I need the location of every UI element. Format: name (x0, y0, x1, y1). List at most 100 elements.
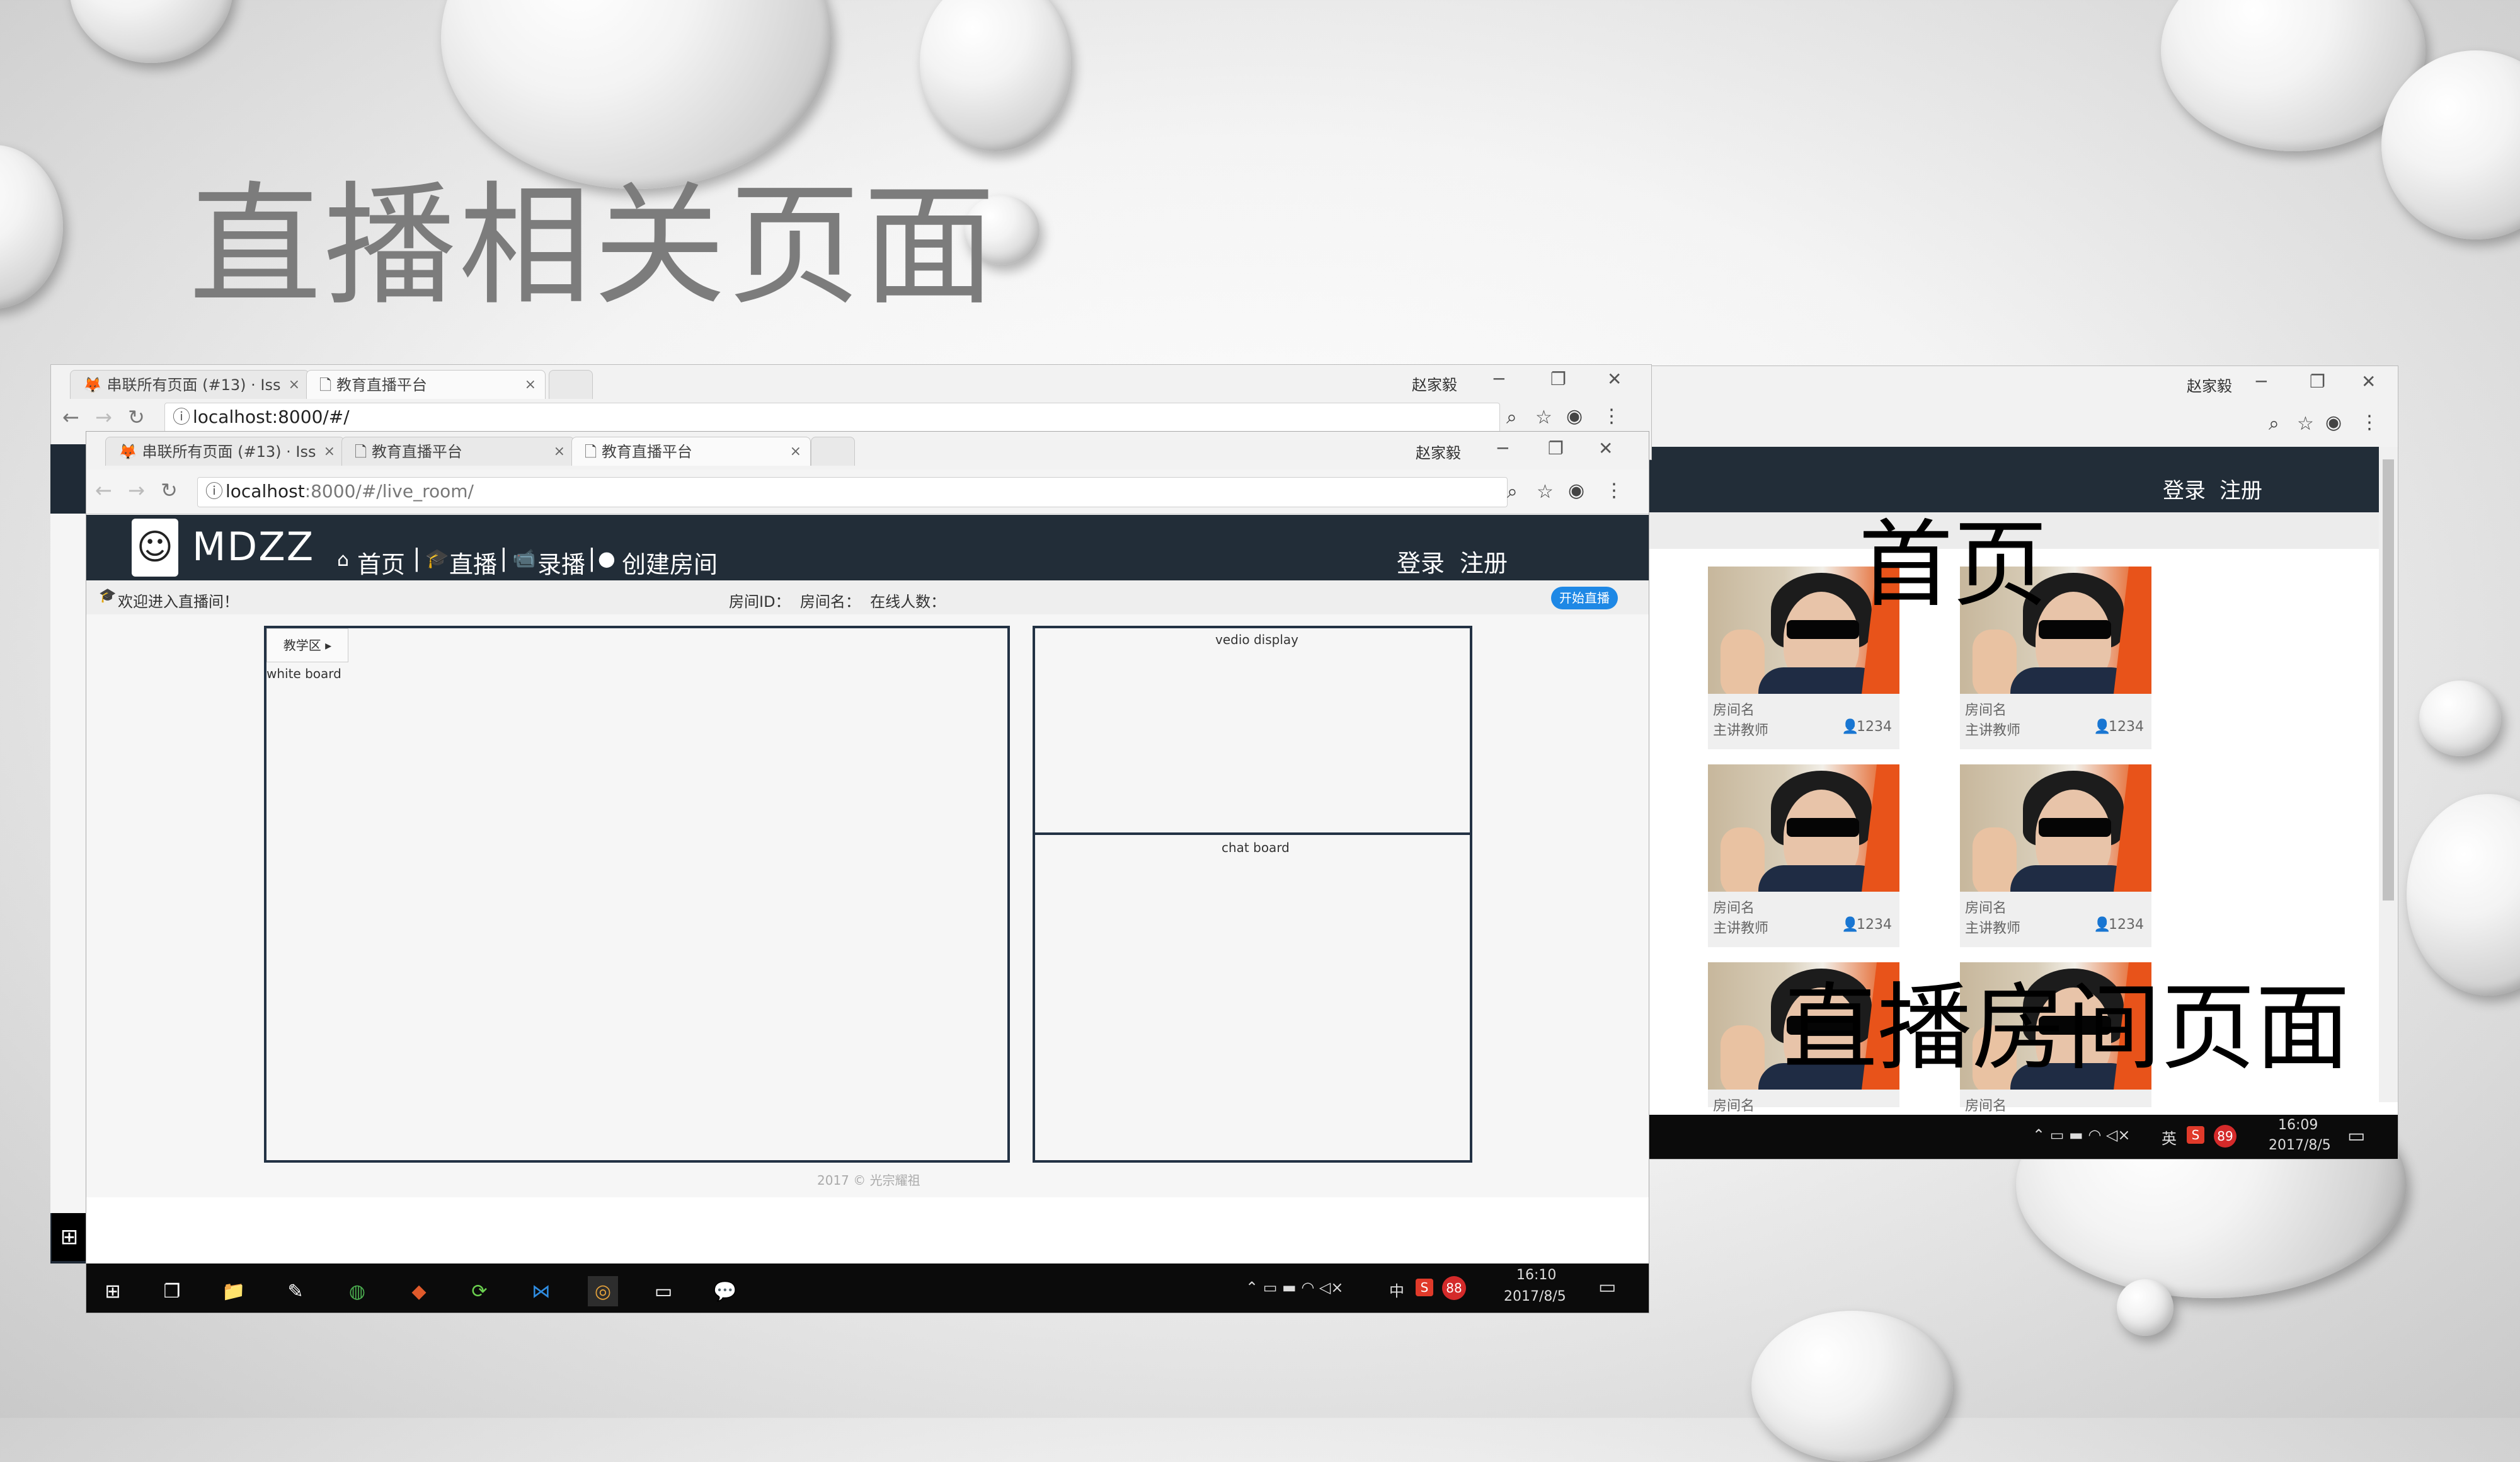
extension-icon[interactable]: ◉ (2325, 412, 2342, 434)
extension-icon[interactable]: ◉ (1568, 480, 1584, 502)
nav-record[interactable]: 录播 (537, 545, 585, 580)
tray-icons[interactable]: ⌃ ▭ ▬ ◠ ◁× (2032, 1126, 2130, 1144)
start-live-button[interactable]: 开始直播 (1551, 587, 1618, 609)
home-icon: ⌂ (337, 549, 350, 571)
back-icon[interactable]: ← (95, 478, 112, 502)
water-drop (2117, 1279, 2174, 1336)
graduation-cap-icon: 🎓 (425, 548, 449, 570)
app-360-icon[interactable]: ◍ (342, 1276, 372, 1306)
welcome-text: 欢迎进入直播间！ (118, 593, 239, 611)
git-icon[interactable]: ◆ (404, 1276, 434, 1306)
start-icon[interactable]: ⊞ (98, 1276, 128, 1306)
home-page-label: 首页 (1858, 510, 2048, 620)
forward-icon[interactable]: → (128, 478, 145, 502)
nav-separator: | (413, 544, 421, 572)
clock-time[interactable]: 16:10 (1516, 1267, 1556, 1283)
star-icon[interactable]: ☆ (1535, 406, 1552, 429)
register-link[interactable]: 注册 (1460, 544, 1508, 578)
new-tab-button[interactable] (811, 437, 855, 466)
clock-date[interactable]: 2017/8/5 (2269, 1137, 2331, 1153)
scrollbar-thumb[interactable] (2383, 459, 2394, 901)
search-icon[interactable]: ⌕ (1507, 481, 1518, 503)
close-icon[interactable]: × (554, 437, 565, 466)
notification-icon[interactable]: ▭ (2347, 1125, 2365, 1147)
tab-gitlab-issue[interactable]: 🦊 串联所有页面 (#13) · Iss × (70, 370, 309, 399)
ime-indicator[interactable]: 中 (1389, 1279, 1404, 1301)
new-tab-button[interactable] (549, 370, 593, 399)
tab-edu-platform[interactable]: 🗋 教育直播平台 × (306, 370, 546, 399)
ime-indicator[interactable]: 英 (2162, 1126, 2177, 1148)
address-bar[interactable]: ⓘ localhost:8000/#/ (164, 403, 1500, 433)
menu-icon[interactable]: ⋮ (2360, 412, 2379, 434)
minimize-button[interactable]: ─ (1498, 438, 1508, 459)
water-drop (2419, 681, 2501, 756)
tab-label: 串联所有页面 (#13) · Iss (106, 376, 281, 394)
back-icon[interactable]: ← (62, 405, 79, 429)
notification-icon[interactable]: ▭ (1598, 1276, 1616, 1298)
menu-icon[interactable]: ⋮ (1602, 405, 1621, 427)
tab-edu-platform-active[interactable]: 🗋 教育直播平台 × (571, 437, 811, 466)
forward-icon[interactable]: → (95, 405, 112, 429)
caret-right-icon: ▸ (321, 638, 332, 653)
nav-live[interactable]: 直播 (449, 545, 497, 580)
task-view-icon[interactable]: ❐ (157, 1276, 187, 1306)
star-icon[interactable]: ☆ (1537, 481, 1554, 503)
restore-button[interactable]: ❐ (1550, 369, 1566, 389)
home-register-link[interactable]: 注册 (2219, 473, 2262, 504)
vscode-icon[interactable]: ⋈ (526, 1276, 556, 1306)
whiteboard-panel[interactable]: 教学区 ▸ white board (264, 626, 1010, 1163)
star-icon[interactable]: ☆ (2297, 413, 2314, 435)
clock-time[interactable]: 16:09 (2278, 1117, 2318, 1133)
room-card[interactable]: 房间名 主讲教师 👤 1234 (1708, 764, 1899, 947)
teacher-name: 主讲教师 (1713, 723, 1769, 739)
tab-gitlab-issue[interactable]: 🦊 串联所有页面 (#13) · Iss × (105, 437, 345, 466)
viewer-count: 1234 (2109, 719, 2144, 735)
wechat-icon[interactable]: 💬 (710, 1276, 740, 1306)
close-button[interactable]: ✕ (1607, 369, 1622, 389)
chat-board-panel[interactable]: chat board (1033, 832, 1472, 1163)
front-toolbar: ← → ↻ ⓘ localhost:8000/#/live_room/ ⌕ ☆ … (86, 469, 1649, 514)
page-icon: 🗋 (355, 443, 372, 461)
login-link[interactable]: 登录 (1397, 544, 1445, 578)
scrollbar[interactable] (2379, 447, 2398, 1102)
close-icon[interactable]: × (289, 371, 300, 399)
restore-button[interactable]: ❐ (1548, 438, 1564, 459)
nav-home[interactable]: 首页 (357, 545, 405, 580)
windows-logo[interactable]: ⊞ (52, 1213, 87, 1261)
logo-icon[interactable]: ☺ (132, 519, 178, 577)
nav-create-room[interactable]: 创建房间 (622, 545, 718, 580)
teaching-area-tab[interactable]: 教学区 ▸ (266, 628, 348, 662)
update-icon[interactable]: ⟳ (464, 1276, 495, 1306)
file-explorer-icon[interactable]: 📁 (219, 1276, 249, 1306)
close-icon[interactable]: × (525, 371, 536, 399)
minimize-button[interactable]: ─ (1494, 369, 1504, 389)
reload-icon[interactable]: ↻ (161, 478, 178, 502)
close-icon[interactable]: × (790, 437, 801, 466)
extension-icon[interactable]: ◉ (1566, 405, 1583, 427)
sogou-icon[interactable]: S (2187, 1126, 2204, 1144)
tray-icons[interactable]: ⌃ ▭ ▬ ◠ ◁× (1246, 1279, 1343, 1296)
terminal-icon[interactable]: ▭ (648, 1276, 679, 1306)
address-bar[interactable]: ⓘ localhost:8000/#/live_room/ (197, 477, 1508, 507)
menu-icon[interactable]: ⋮ (1605, 480, 1624, 502)
restore-button[interactable]: ❐ (2310, 371, 2325, 392)
close-icon[interactable]: × (324, 437, 335, 466)
close-button[interactable]: ✕ (1598, 438, 1613, 459)
sogou-icon[interactable]: S (1416, 1279, 1433, 1296)
home-login-link[interactable]: 登录 (2163, 473, 2206, 504)
security-badge[interactable]: 88 (1442, 1276, 1466, 1300)
minimize-button[interactable]: ─ (2256, 371, 2267, 392)
close-button[interactable]: ✕ (2361, 371, 2376, 392)
video-display-label: vedio display (1215, 632, 1299, 647)
clock-date[interactable]: 2017/8/5 (1504, 1289, 1566, 1304)
video-display-panel: vedio display (1033, 626, 1472, 835)
search-icon[interactable]: ⌕ (1506, 406, 1517, 429)
security-badge[interactable]: 89 (2214, 1125, 2236, 1148)
logo-text[interactable]: MDZZ (192, 524, 314, 570)
chrome-icon[interactable]: ◎ (588, 1276, 618, 1306)
pen-icon[interactable]: ✎ (280, 1276, 311, 1306)
tab-edu-platform[interactable]: 🗋 教育直播平台 × (341, 437, 575, 466)
room-card[interactable]: 房间名 主讲教师 👤 1234 (1960, 764, 2151, 947)
reload-icon[interactable]: ↻ (128, 405, 145, 429)
search-icon[interactable]: ⌕ (2269, 413, 2279, 435)
